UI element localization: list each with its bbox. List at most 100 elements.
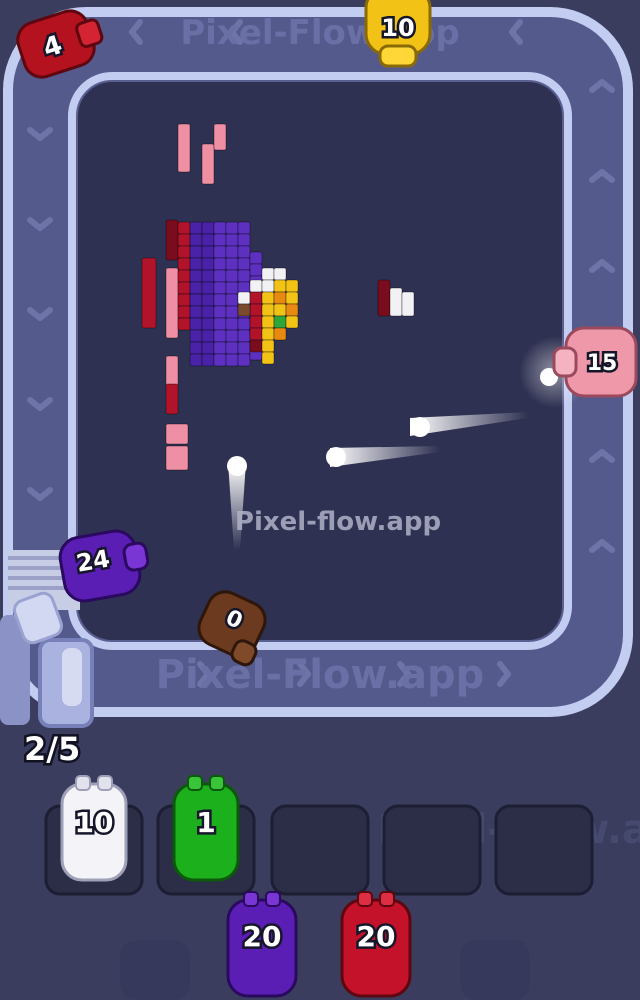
- pixel-block: [213, 317, 227, 331]
- pixel-block: [141, 257, 157, 329]
- pixel-block: [201, 221, 215, 235]
- pixel-block: [225, 353, 239, 367]
- pixel-block: [237, 341, 251, 355]
- pixel-block: [285, 315, 299, 329]
- pixel-block: [261, 279, 275, 293]
- pixel-block: [201, 317, 215, 331]
- pixel-block: [213, 245, 227, 259]
- pixel-block: [213, 329, 227, 343]
- pixel-block: [177, 233, 191, 247]
- holding-slot-3[interactable]: [270, 804, 370, 896]
- pixel-block: [261, 303, 275, 317]
- pixel-block: [237, 233, 251, 247]
- pixel-block: [201, 329, 215, 343]
- pig-count: 24: [74, 544, 112, 577]
- pixel-block: [249, 315, 263, 329]
- pixel-block: [177, 281, 191, 295]
- pixel-block: [261, 327, 275, 341]
- pixel-block: [237, 353, 251, 367]
- pixel-block: [273, 267, 287, 281]
- queue-pig-purple[interactable]: 20: [226, 891, 298, 998]
- queue-pig-red[interactable]: 20: [340, 891, 412, 998]
- pixel-block: [285, 303, 299, 317]
- pixel-block: [177, 221, 191, 235]
- pig-count: 15: [587, 351, 618, 376]
- pixel-block: [189, 329, 203, 343]
- pixel-block: [225, 341, 239, 355]
- pixel-block: [249, 263, 263, 277]
- pixel-block: [225, 293, 239, 307]
- pixel-block: [165, 267, 179, 339]
- bullet: [227, 456, 247, 476]
- pixel-block: [273, 279, 287, 293]
- pixel-block: [165, 219, 179, 261]
- pixel-block: [261, 291, 275, 305]
- pixel-block: [249, 291, 263, 305]
- bottom-track-watermark: Pixel-Flow.app: [156, 652, 485, 698]
- slot-pig-white[interactable]: 10: [60, 775, 128, 882]
- pixel-block: [177, 269, 191, 283]
- pixel-block: [261, 351, 275, 365]
- pixel-block: [201, 245, 215, 259]
- pixel-block: [165, 383, 179, 415]
- pixel-block: [213, 281, 227, 295]
- pixel-block: [177, 245, 191, 259]
- slot-pig-green[interactable]: 1: [172, 775, 240, 882]
- pixel-block: [237, 257, 251, 271]
- pixel-block: [249, 251, 263, 265]
- pixel-block: [261, 315, 275, 329]
- holding-slot-4[interactable]: [382, 804, 482, 896]
- pixel-block: [213, 305, 227, 319]
- pixel-block: [213, 221, 227, 235]
- bullet: [410, 417, 430, 437]
- pixel-block: [201, 233, 215, 247]
- pixel-block: [201, 269, 215, 283]
- pixel-block: [189, 233, 203, 247]
- pixel-block: [237, 291, 251, 305]
- pig-count: 20: [357, 920, 396, 953]
- conveyor-pig-pink[interactable]: 15: [552, 326, 638, 398]
- pixel-block: [189, 281, 203, 295]
- pixel-block: [177, 305, 191, 319]
- pig-count: 10: [75, 806, 114, 839]
- pixel-block: [201, 143, 215, 185]
- pixel-block: [225, 257, 239, 271]
- pixel-block: [177, 317, 191, 331]
- pixel-block: [249, 303, 263, 317]
- pixel-block: [189, 293, 203, 307]
- game-board: Pixel-Flow.app Pixel-Flow.app Pixel-Flow…: [0, 0, 640, 1000]
- pixel-block: [225, 305, 239, 319]
- holding-slots: [44, 804, 594, 896]
- pixel-block: [165, 445, 189, 471]
- holding-slot-5[interactable]: [494, 804, 594, 896]
- pixel-block: [249, 339, 263, 353]
- pixel-block: [237, 303, 251, 317]
- pixel-block: [273, 327, 287, 341]
- pixel-block: [189, 341, 203, 355]
- pixel-block: [401, 291, 415, 317]
- pixel-block: [213, 353, 227, 367]
- pixel-block: [261, 339, 275, 353]
- pixel-block: [201, 257, 215, 271]
- pixel-block: [177, 257, 191, 271]
- pixel-block: [237, 245, 251, 259]
- pixel-block: [201, 353, 215, 367]
- bullet: [326, 447, 346, 467]
- pixel-block: [201, 341, 215, 355]
- pixel-block: [273, 303, 287, 317]
- pixel-block: [177, 293, 191, 307]
- pixel-block: [201, 293, 215, 307]
- pig-count: 10: [381, 14, 414, 42]
- pixel-block: [273, 291, 287, 305]
- pixel-block: [189, 221, 203, 235]
- pixel-block: [389, 287, 403, 317]
- pixel-block: [225, 281, 239, 295]
- pixel-block: [225, 317, 239, 331]
- pixel-block: [201, 305, 215, 319]
- pixel-block: [225, 233, 239, 247]
- pixel-block: [249, 327, 263, 341]
- pixel-board: [78, 82, 562, 640]
- pixel-block: [189, 317, 203, 331]
- pixel-block: [285, 291, 299, 305]
- pixel-block: [189, 245, 203, 259]
